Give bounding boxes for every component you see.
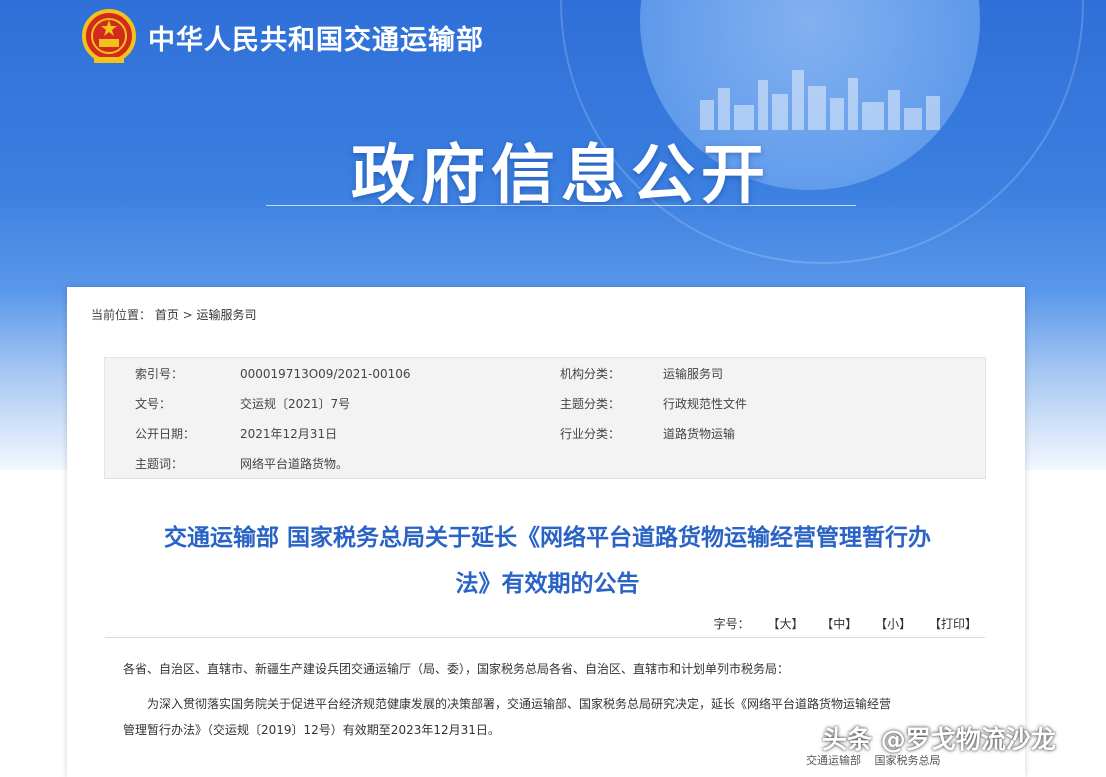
- breadcrumb-prefix: 当前位置：: [91, 308, 151, 322]
- breadcrumb: 当前位置： 首页 > 运输服务司: [91, 306, 257, 323]
- font-size-label: 字号：: [714, 617, 750, 631]
- source-watermark: 头条 @罗戈物流沙龙: [822, 720, 1056, 756]
- signature-tax-bureau: 国家税务总局: [875, 754, 941, 767]
- meta-date-label: 公开日期：: [135, 419, 195, 449]
- font-size-small-button[interactable]: 【小】: [875, 617, 911, 631]
- meta-date-value: 2021年12月31日: [240, 419, 337, 449]
- title-divider: [266, 205, 856, 206]
- breadcrumb-home-link[interactable]: 首页: [155, 308, 179, 322]
- meta-keyword-label: 主题词：: [135, 449, 183, 479]
- content-card: 当前位置： 首页 > 运输服务司 索引号： 000019713O09/2021-…: [67, 287, 1025, 777]
- body-paragraph: 各省、自治区、直辖市、新疆生产建设兵团交通运输厅（局、委），国家税务总局各省、自…: [123, 660, 789, 677]
- document-title-line: 交通运输部 国家税务总局关于延长《网络平台道路货物运输经营管理暂行办: [105, 515, 990, 561]
- ministry-name[interactable]: 中华人民共和国交通运输部: [148, 18, 484, 57]
- document-title-line: 法》有效期的公告: [105, 561, 990, 607]
- meta-industry-label: 行业分类：: [560, 419, 620, 449]
- page-title: 政府信息公开: [266, 124, 856, 216]
- meta-org-value: 运输服务司: [663, 359, 723, 389]
- breadcrumb-separator: >: [179, 308, 197, 322]
- meta-keyword-value: 网络平台道路货物。: [240, 449, 348, 479]
- font-size-large-button[interactable]: 【大】: [767, 617, 803, 631]
- print-button[interactable]: 【打印】: [929, 617, 977, 631]
- signature-footer: 交通运输部 国家税务总局: [806, 752, 951, 768]
- national-emblem-icon: [80, 8, 138, 66]
- meta-index-value: 000019713O09/2021-00106: [240, 359, 411, 389]
- meta-docno-label: 文号：: [135, 389, 171, 419]
- font-size-medium-button[interactable]: 【中】: [821, 617, 857, 631]
- breadcrumb-current-link[interactable]: 运输服务司: [197, 308, 257, 322]
- document-meta-table: 索引号： 000019713O09/2021-00106 机构分类： 运输服务司…: [104, 357, 986, 479]
- meta-industry-value: 道路货物运输: [663, 419, 735, 449]
- meta-docno-value: 交运规〔2021〕7号: [240, 389, 350, 419]
- meta-org-label: 机构分类：: [560, 359, 620, 389]
- meta-topic-label: 主题分类：: [560, 389, 620, 419]
- body-paragraph: 管理暂行办法》（交运规〔2019〕12号）有效期至2023年12月31日。: [123, 721, 500, 738]
- meta-topic-value: 行政规范性文件: [663, 389, 747, 419]
- city-skyline-graphic: [700, 60, 940, 130]
- signature-ministry: 交通运输部: [806, 754, 861, 767]
- document-title: 交通运输部 国家税务总局关于延长《网络平台道路货物运输经营管理暂行办 法》有效期…: [105, 515, 990, 607]
- meta-index-label: 索引号：: [135, 359, 183, 389]
- font-size-controls: 字号： 【大】 【中】 【小】 【打印】: [700, 615, 977, 632]
- content-divider: [105, 637, 985, 638]
- body-paragraph: 为深入贯彻落实国务院关于促进平台经济规范健康发展的决策部署，交通运输部、国家税务…: [147, 695, 891, 712]
